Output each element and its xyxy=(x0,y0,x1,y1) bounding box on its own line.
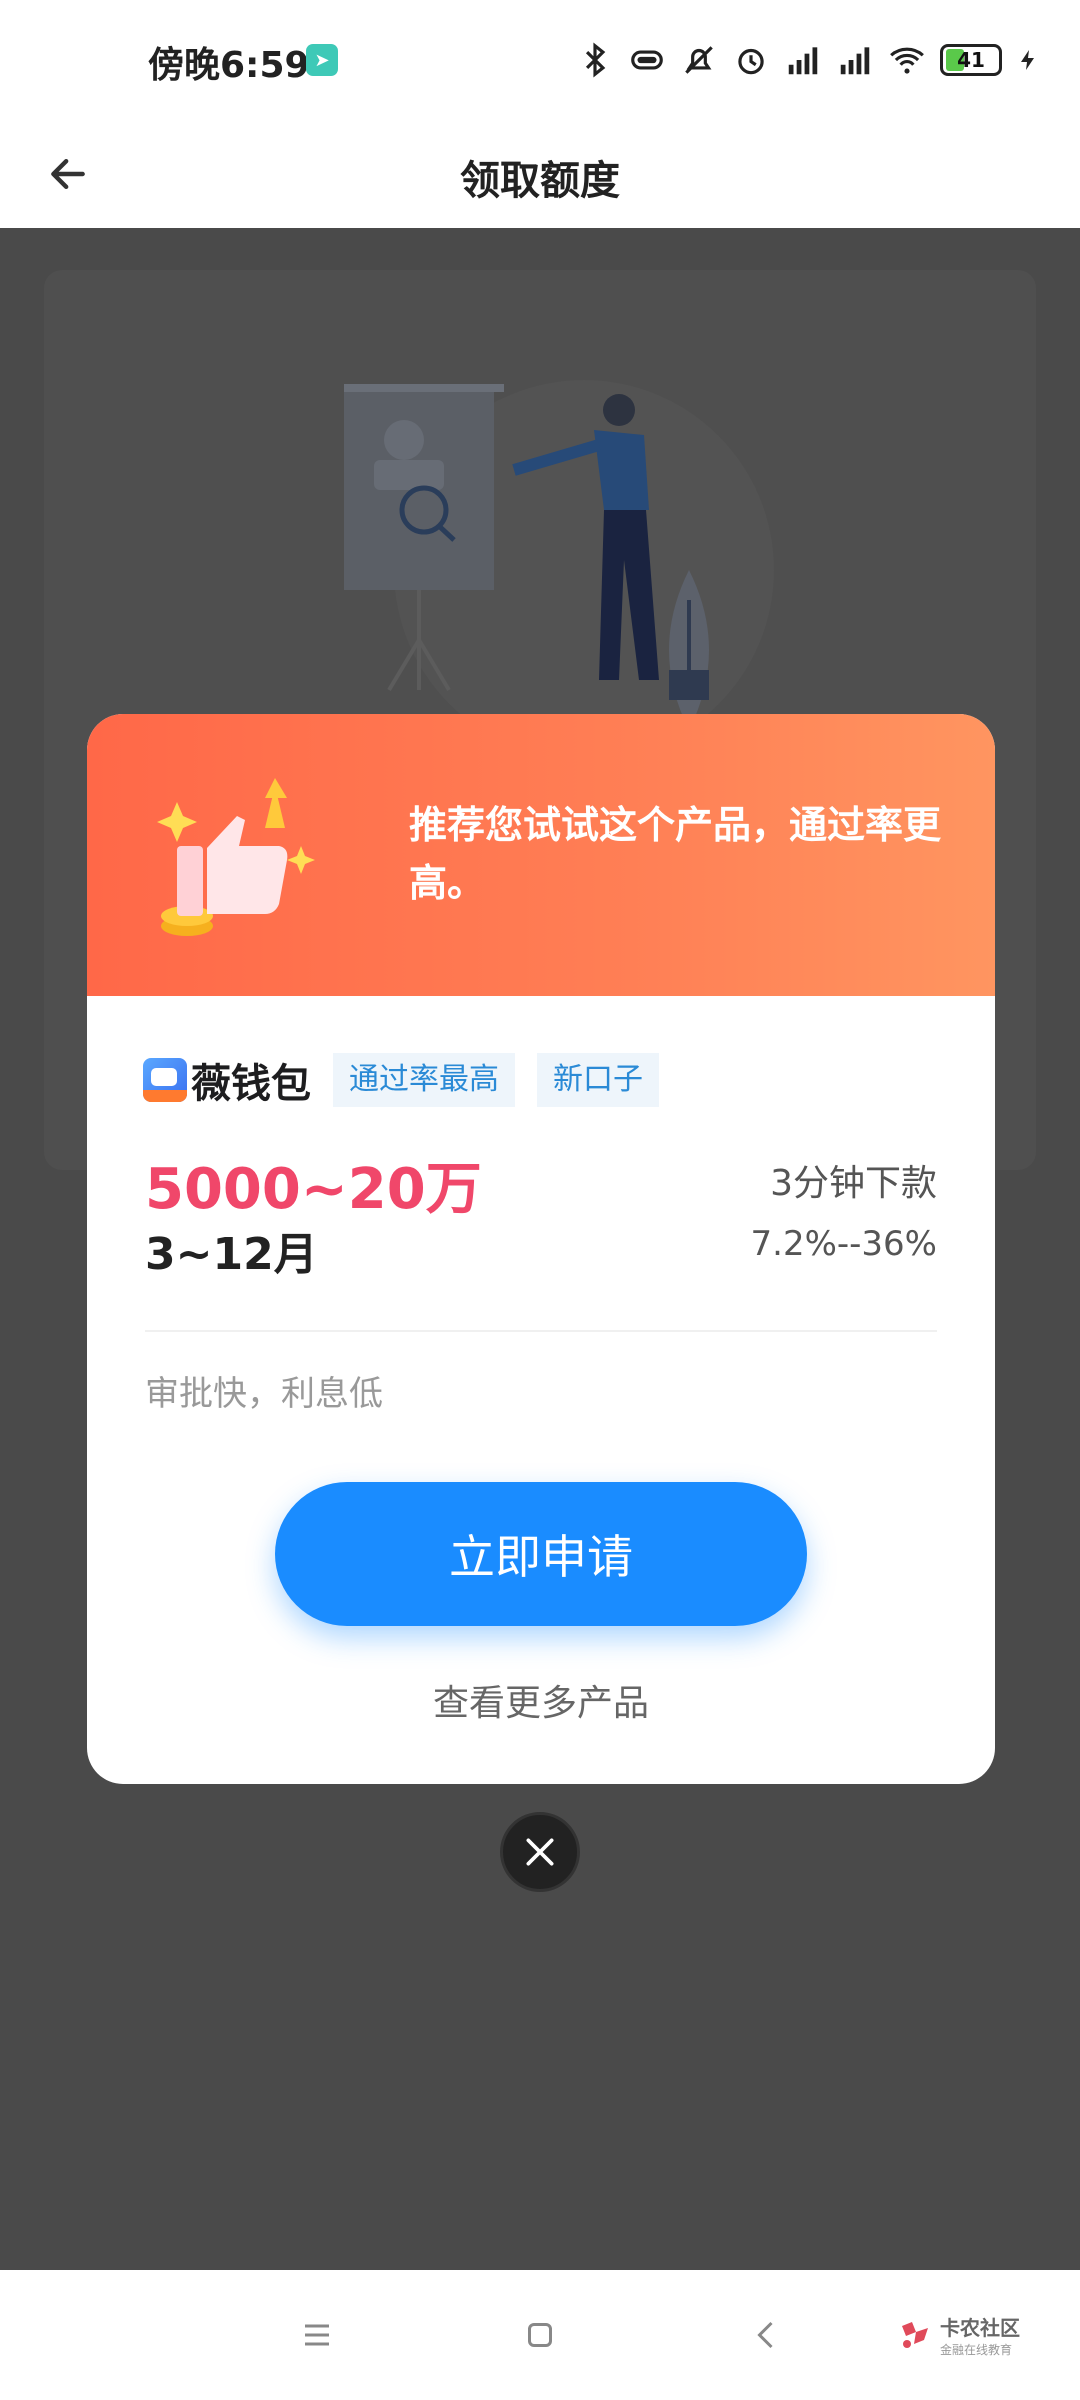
charging-icon xyxy=(1021,50,1034,70)
view-more-products-link[interactable]: 查看更多产品 xyxy=(87,1674,995,1726)
watermark-title: 卡农社区 xyxy=(940,2316,1020,2340)
back-nav-button[interactable] xyxy=(742,2310,792,2360)
apply-now-button[interactable]: 立即申请 xyxy=(275,1482,807,1626)
watermark-subtitle: 金融在线教育 xyxy=(940,2343,1013,2357)
hd-signal-icon xyxy=(840,47,870,75)
bluetooth-icon xyxy=(585,42,606,78)
hd-signal-icon xyxy=(788,47,818,75)
alarm-icon xyxy=(738,48,764,75)
loan-period: 3~12月 xyxy=(145,1229,318,1280)
nav-header: 领取额度 xyxy=(0,120,1080,228)
status-bar: 傍晚6:59 ➤ 41 xyxy=(0,0,1080,120)
wallet-app-icon xyxy=(143,1058,187,1102)
battery-icon: 41 xyxy=(940,44,1002,76)
tag-highest-pass-rate: 通过率最高 xyxy=(333,1053,515,1107)
wifi-icon xyxy=(890,47,924,74)
close-modal-button[interactable] xyxy=(500,1812,580,1892)
menu-icon xyxy=(305,2324,329,2346)
vibrate-icon xyxy=(631,50,663,70)
product-recommendation-modal: 推荐您试试这个产品，通过率更高。 薇钱包 通过率最高 新口子 5000~20万 … xyxy=(87,714,995,1784)
status-icons: 41 xyxy=(576,38,1040,82)
product-header: 薇钱包 通过率最高 新口子 xyxy=(143,1052,681,1108)
battery-level: 41 xyxy=(957,48,985,72)
navigation-app-icon: ➤ xyxy=(306,44,338,76)
home-icon xyxy=(528,2323,552,2347)
divider xyxy=(145,1330,937,1332)
tag-new: 新口子 xyxy=(537,1053,659,1107)
modal-header: 推荐您试试这个产品，通过率更高。 xyxy=(87,714,995,996)
page-title: 领取额度 xyxy=(460,158,620,204)
product-description: 审批快，利息低 xyxy=(145,1374,383,1414)
loan-amount: 5000~20万 xyxy=(145,1157,482,1222)
status-time: 傍晚6:59 xyxy=(148,45,310,86)
home-button[interactable] xyxy=(515,2310,565,2360)
product-name: 薇钱包 xyxy=(191,1061,311,1107)
thumbs-up-icon xyxy=(157,778,315,936)
watermark: 卡农社区 金融在线教育 xyxy=(898,2312,1020,2358)
mute-icon xyxy=(685,46,713,74)
menu-button[interactable] xyxy=(292,2310,342,2360)
interest-rate: 7.2%--36% xyxy=(750,1224,938,1264)
system-nav-bar: 卡农社区 金融在线教育 xyxy=(0,2270,1080,2400)
modal-headline: 推荐您试试这个产品，通过率更高。 xyxy=(409,803,942,905)
close-icon xyxy=(526,1838,554,1866)
chevron-left-icon xyxy=(757,2321,773,2349)
disbursement-speed: 3分钟下款 xyxy=(770,1163,937,1204)
watermark-logo-icon xyxy=(902,2322,928,2348)
